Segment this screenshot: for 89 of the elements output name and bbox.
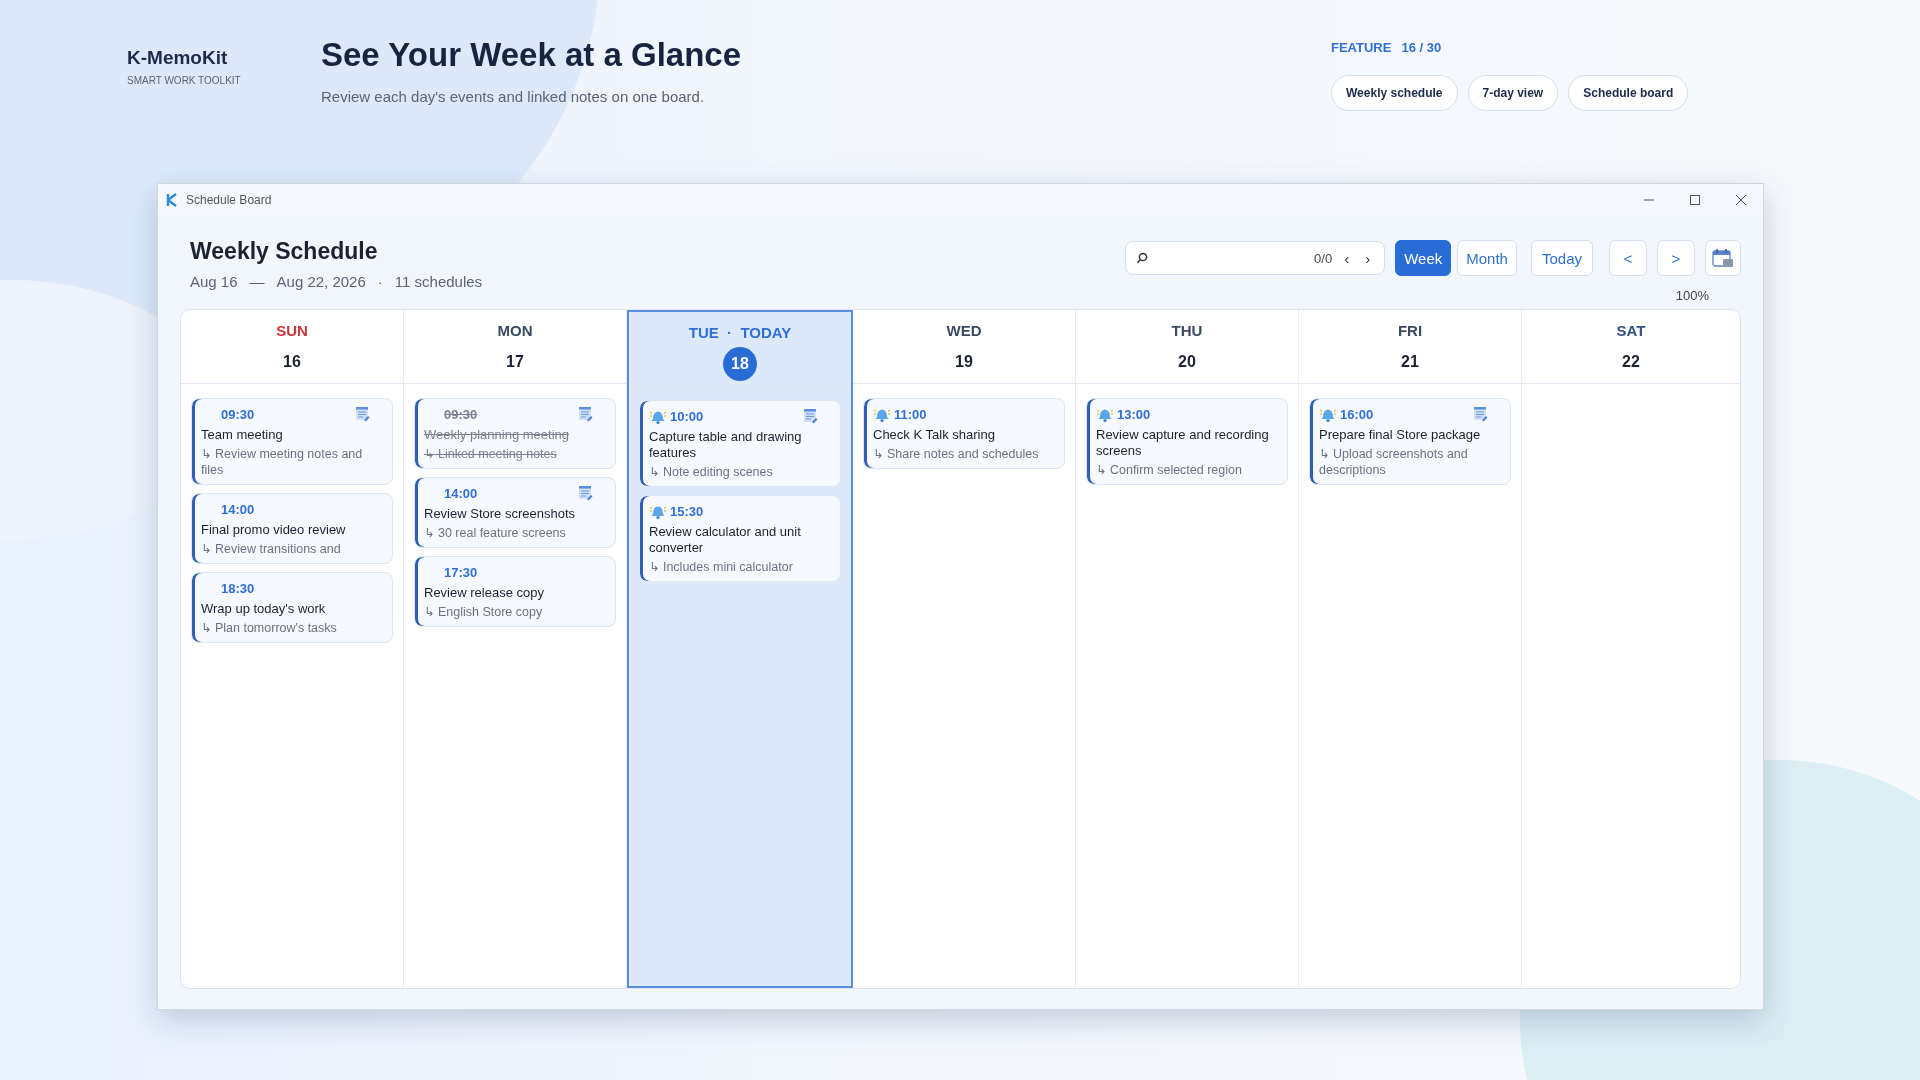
event-card[interactable]: 09:30 Weekly planning meeting ↳ Linked meeting notes <box>414 398 616 469</box>
event-title: Wrap up today's work <box>201 601 327 617</box>
event-time: 09:30 <box>444 406 478 422</box>
event-time: 11:00 <box>894 406 927 422</box>
event-title: Review release copy <box>424 585 545 601</box>
event-note: ↳ Share notes and schedules <box>873 446 1040 462</box>
event-card[interactable]: 14:00 Final promo video review ↳ Review transitions and <box>191 493 393 564</box>
event-title: Capture table and drawing features <box>649 429 803 461</box>
day-name: FRI <box>1397 322 1423 339</box>
day-number: 16 <box>283 352 301 372</box>
event-card[interactable]: 18:30 Wrap up today's work ↳ Plan tomorrow's tasks <box>191 572 393 643</box>
event-card[interactable]: 10:00 Capture table and drawing features ↳ Note editing scenes <box>639 400 841 487</box>
day-name: WED <box>946 322 982 339</box>
event-time: 18:30 <box>221 580 255 596</box>
calendar-icon <box>1712 248 1734 268</box>
event-title: Review Store screenshots <box>424 506 576 522</box>
day-number: 21 <box>1401 352 1419 372</box>
brand-tagline: SMART WORK TOOLKIT <box>127 75 242 86</box>
event-card[interactable]: 15:30 Review calculator and unit converter ↳ Includes mini calculator <box>639 495 841 582</box>
event-note: ↳ Review transitions and <box>201 541 342 557</box>
day-name: SUN <box>276 322 308 339</box>
event-title: Review capture and recording screens <box>1096 427 1270 459</box>
day-number: 22 <box>1622 352 1640 372</box>
feature-tag: Weekly schedule <box>1331 75 1458 111</box>
window-title: Schedule Board <box>186 193 272 207</box>
event-title: Review calculator and unit converter <box>649 524 802 556</box>
event-time: 10:00 <box>670 408 704 424</box>
day-name: TUE · TODAY <box>688 324 792 341</box>
event-card[interactable]: 14:00 Review Store screenshots ↳ 30 real feature screens <box>414 477 616 548</box>
brand-name: K-MemoKit <box>127 47 229 69</box>
day-number: 19 <box>955 352 973 372</box>
day-name: MON <box>497 322 533 339</box>
event-time: 16:00 <box>1340 406 1374 422</box>
next-week-button[interactable]: > <box>1657 240 1695 276</box>
range-separator: — <box>249 273 265 290</box>
separator-dot: · <box>377 273 383 290</box>
schedule-title: Weekly Schedule <box>190 238 379 265</box>
date-range-end: Aug 22, 2026 <box>276 273 366 290</box>
event-time: 17:30 <box>444 564 478 580</box>
event-card[interactable]: 16:00 Prepare final Store package ↳ Upload screenshots and descriptions <box>1309 398 1511 485</box>
close-icon[interactable] <box>1735 194 1747 206</box>
event-title: Prepare final Store package <box>1319 427 1482 443</box>
event-note: ↳ Linked meeting notes <box>424 446 558 462</box>
date-badge: 18 <box>723 347 757 381</box>
event-time: 14:00 <box>221 501 255 517</box>
view-tab[interactable]: Week <box>1395 240 1452 276</box>
today-button[interactable]: Today <box>1530 240 1593 276</box>
event-time: 15:30 <box>670 503 704 519</box>
event-time: 13:00 <box>1117 406 1151 422</box>
match-count: 0/0 <box>1314 250 1333 266</box>
feature-tag: Schedule board <box>1568 75 1689 111</box>
calendar-button[interactable] <box>1705 240 1741 276</box>
event-card[interactable]: 09:30 Team meeting ↳ Review meeting notes and files <box>191 398 393 485</box>
schedule-count: 11 schedules <box>394 273 483 290</box>
feature-counter: 16 / 30 <box>1401 40 1442 55</box>
date-range-start: Aug 16 <box>190 273 238 290</box>
previous-week-button[interactable]: < <box>1609 240 1647 276</box>
feature-tag: 7-day view <box>1467 75 1559 111</box>
event-card[interactable]: 11:00 Check K Talk sharing ↳ Share notes and schedules <box>863 398 1065 469</box>
day-name: THU <box>1171 322 1203 339</box>
event-time: 09:30 <box>221 406 255 422</box>
next-match-button[interactable]: › <box>1361 249 1375 267</box>
event-note: ↳ Upload screenshots and descriptions <box>1319 446 1469 478</box>
event-note: ↳ Plan tomorrow's tasks <box>201 620 338 636</box>
day-number: 17 <box>506 352 524 372</box>
event-note: ↳ Includes mini calculator <box>649 559 794 575</box>
event-note: ↳ Review meeting notes and files <box>201 446 364 478</box>
view-tab[interactable]: Month <box>1457 240 1517 276</box>
page-title: See Your Week at a Glance <box>321 36 743 74</box>
maximize-icon[interactable] <box>1689 194 1701 206</box>
search-icon <box>1136 252 1149 264</box>
event-title: Final promo video review <box>201 522 347 538</box>
feature-label: FEATURE <box>1331 40 1392 55</box>
event-title: Weekly planning meeting <box>424 427 570 443</box>
search-field[interactable]: 0/0 ‹ › <box>1125 241 1386 275</box>
event-note: ↳ Note editing scenes <box>649 464 774 480</box>
event-note: ↳ 30 real feature screens <box>424 525 567 541</box>
day-number: 20 <box>1178 352 1196 372</box>
event-title: Team meeting <box>201 427 284 443</box>
event-time: 14:00 <box>444 485 478 501</box>
event-card[interactable]: 13:00 Review capture and recording screens ↳ Confirm selected region <box>1086 398 1288 485</box>
event-card[interactable]: 17:30 Review release copy ↳ English Store copy <box>414 556 616 627</box>
previous-match-button[interactable]: ‹ <box>1340 249 1354 267</box>
event-note: ↳ Confirm selected region <box>1096 462 1243 478</box>
zoom-level: 100% <box>1675 288 1709 303</box>
day-name: SAT <box>1616 322 1646 339</box>
page-subtitle: Review each day's events and linked notes on one board. <box>321 88 706 105</box>
event-note: ↳ English Store copy <box>424 604 544 620</box>
event-title: Check K Talk sharing <box>873 427 996 443</box>
